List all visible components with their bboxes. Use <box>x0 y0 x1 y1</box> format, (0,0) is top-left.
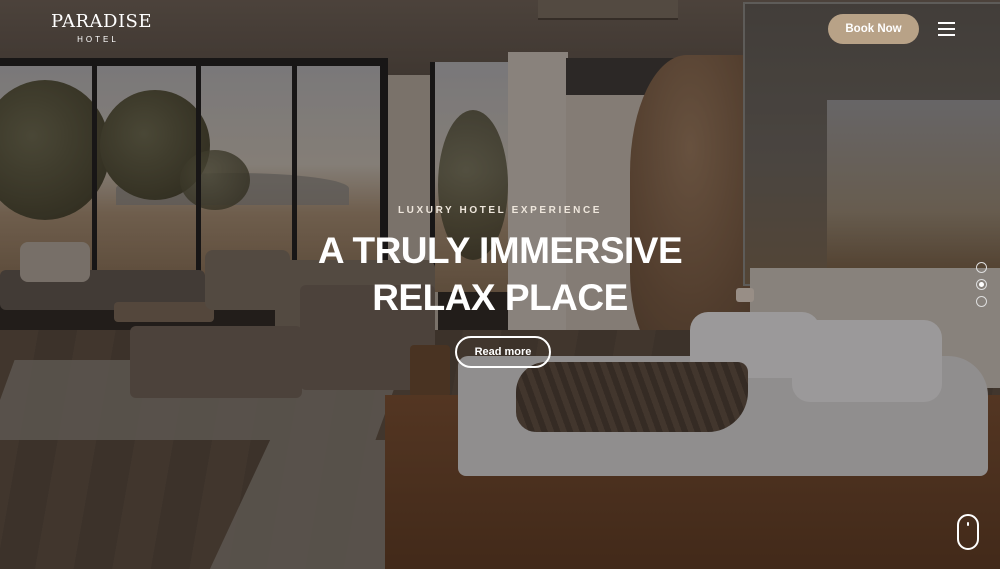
mouse-scroll-icon[interactable] <box>957 514 979 550</box>
slide-dot-2[interactable] <box>976 279 987 290</box>
hero-headline: A TRULY IMMERSIVE RELAX PLACE <box>0 227 1000 321</box>
mouse-wheel <box>967 522 969 526</box>
brand-logo[interactable]: PARADISE HOTEL <box>51 11 153 46</box>
headline-line-2: RELAX PLACE <box>372 277 628 318</box>
slide-dot-1[interactable] <box>976 262 987 273</box>
hamburger-menu-icon[interactable] <box>936 20 958 38</box>
slide-dot-3[interactable] <box>976 296 987 307</box>
read-more-button[interactable]: Read more <box>455 336 551 368</box>
book-now-button[interactable]: Book Now <box>828 14 919 44</box>
brand-name: PARADISE <box>51 11 153 32</box>
headline-line-1: A TRULY IMMERSIVE <box>317 230 683 271</box>
hero-eyebrow: LUXURY HOTEL EXPERIENCE <box>397 205 603 216</box>
brand-subtitle: HOTEL <box>77 35 119 44</box>
